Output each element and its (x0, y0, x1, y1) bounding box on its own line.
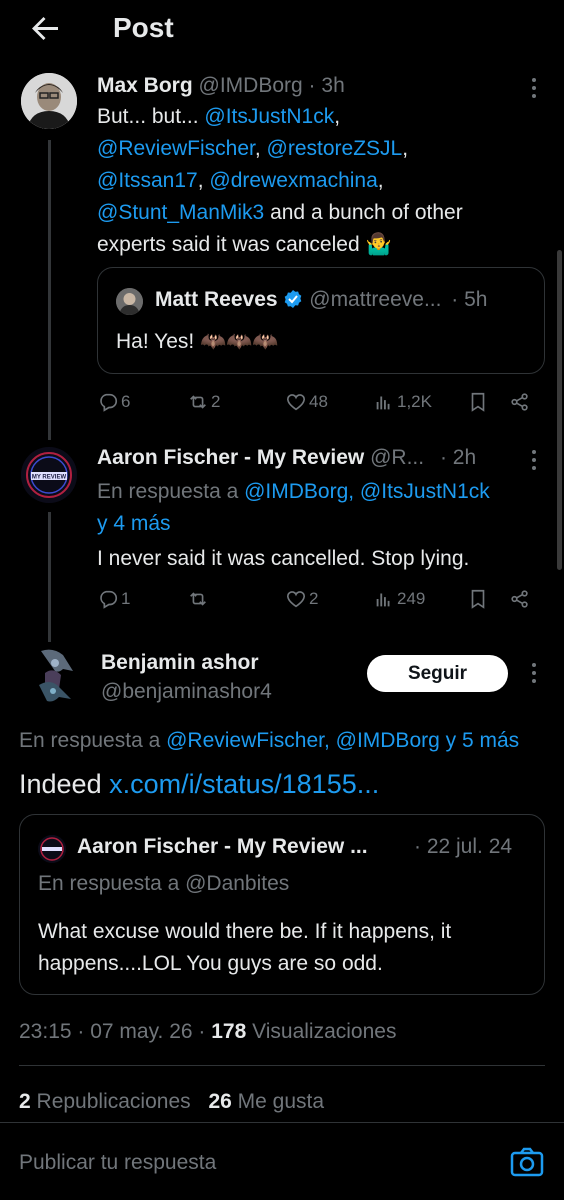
share-button[interactable] (509, 391, 533, 413)
mention[interactable]: @Itssan17 (97, 169, 198, 192)
divider (19, 1065, 545, 1066)
avatar[interactable] (21, 73, 77, 129)
reply-context: En respuesta a @IMDBorg, @ItsJustN1ck y … (97, 476, 490, 540)
author-handle[interactable]: @IMDBorg (199, 74, 303, 97)
arrow-left-icon[interactable] (28, 10, 64, 46)
views-button[interactable]: 249 (373, 588, 425, 610)
quote-reply-context: En respuesta a @Danbites (38, 872, 290, 895)
share-icon (511, 590, 528, 608)
avatar (116, 288, 143, 315)
reply-composer: Publicar tu respuesta (0, 1122, 564, 1200)
like-button[interactable]: 48 (285, 391, 328, 413)
quote-author-name: Aaron Fischer - My Review ... (77, 835, 368, 858)
avatar (38, 835, 66, 863)
post-meta: 23:15 · 07 may. 26 · 178 Visualizaciones (19, 1020, 397, 1043)
avatar[interactable]: MY REVIEW (21, 447, 77, 503)
mention[interactable]: @IMDBorg, @ItsJustN1ck (244, 480, 490, 503)
reply-context: En respuesta a @ReviewFischer, @IMDBorg … (19, 729, 520, 752)
author-name[interactable]: Max Borg (97, 74, 193, 97)
views-icon (376, 396, 390, 410)
author-handle[interactable]: @benjaminashor4 (101, 680, 272, 703)
likes-stat[interactable]: 26 Me gusta (208, 1090, 324, 1113)
share-icon (511, 393, 528, 411)
quote-text: Ha! Yes! 🦇🦇🦇 (116, 330, 279, 353)
reposts-stat[interactable]: 2 Republicaciones (19, 1090, 191, 1113)
mention[interactable]: @ItsJustN1ck (204, 105, 334, 128)
tweet-header: Max Borg @IMDBorg · 3h (97, 74, 345, 97)
scrollbar[interactable] (557, 250, 562, 570)
reply-input[interactable]: Publicar tu respuesta (19, 1151, 216, 1175)
mention[interactable]: @ReviewFischer (97, 137, 255, 160)
tweet-header: Aaron Fischer - My Review @R... · 2h (97, 446, 476, 470)
repost-button[interactable]: 2 (187, 391, 220, 413)
post-actions: 1 2 249 (97, 588, 537, 618)
thread-line (48, 140, 51, 440)
repost-icon (190, 395, 206, 409)
author-name[interactable]: Aaron Fischer - My Review (97, 446, 364, 469)
author-handle[interactable]: @R... (370, 446, 424, 469)
post-text: Indeed x.com/i/status/18155... (19, 769, 380, 799)
more-options-icon[interactable] (531, 663, 537, 687)
reply-button[interactable]: 6 (97, 391, 130, 413)
bookmark-button[interactable] (467, 391, 491, 413)
more-options-icon[interactable] (531, 450, 537, 474)
heart-icon (286, 591, 306, 608)
post-timestamp: 23:15 · 07 may. 26 · (19, 1020, 212, 1043)
page-title: Post (113, 12, 174, 43)
more-options-icon[interactable] (531, 78, 537, 102)
views-button[interactable]: 1,2K (373, 391, 432, 413)
bookmark-icon (471, 589, 485, 609)
quote-time: · 22 jul. 24 (414, 835, 513, 858)
mention[interactable]: y 4 más (97, 508, 490, 540)
mention[interactable]: @Stunt_ManMik3 (97, 201, 264, 224)
post-link[interactable]: x.com/i/status/18155... (109, 769, 379, 799)
share-button[interactable] (509, 588, 533, 610)
bookmark-icon (471, 392, 485, 412)
avatar[interactable] (19, 645, 79, 705)
camera-icon[interactable] (510, 1147, 544, 1177)
quote-author-handle: @mattreeve... (309, 288, 442, 311)
mention[interactable]: @drewexmachina (209, 169, 377, 192)
author-name[interactable]: Benjamin ashor (101, 651, 259, 674)
like-button[interactable]: 2 (285, 588, 318, 610)
mention[interactable]: @restoreZSJL (267, 137, 403, 160)
views-icon (376, 593, 390, 607)
post-time[interactable]: 3h (321, 74, 344, 97)
follow-button[interactable]: Seguir (367, 655, 508, 692)
repost-icon (190, 592, 206, 606)
post-time[interactable]: · 2h (440, 446, 476, 469)
thread-line (48, 512, 51, 642)
top-bar: Post (0, 0, 564, 66)
quote-text: What excuse would there be. If it happen… (38, 920, 452, 975)
post-actions: 6 2 48 1,2K (97, 391, 537, 421)
repost-button[interactable] (187, 588, 211, 610)
quoted-post[interactable]: Matt Reeves @mattreeve... · 5h Ha! Yes! … (97, 267, 545, 374)
svg-text:MY REVIEW: MY REVIEW (32, 475, 67, 481)
reply-button[interactable]: 1 (97, 588, 130, 610)
tweet-text: But... but... @ItsJustN1ck, @ReviewFisch… (97, 105, 463, 256)
quoted-post[interactable]: Aaron Fischer - My Review ... · 22 jul. … (19, 814, 545, 995)
verified-badge-icon (283, 289, 303, 315)
bookmark-button[interactable] (467, 588, 491, 610)
tweet-text: I never said it was cancelled. Stop lyin… (97, 547, 470, 570)
quote-time: · 5h (451, 288, 488, 311)
quote-author-name: Matt Reeves (155, 288, 278, 311)
mention[interactable]: @ReviewFischer, @IMDBorg y 5 más (166, 729, 519, 752)
views-count: 178 (211, 1020, 247, 1043)
reply-icon (100, 393, 118, 412)
engagement-stats: 2 Republicaciones 26 Me gusta (19, 1090, 324, 1114)
heart-icon (286, 394, 306, 411)
reply-icon (100, 590, 118, 609)
